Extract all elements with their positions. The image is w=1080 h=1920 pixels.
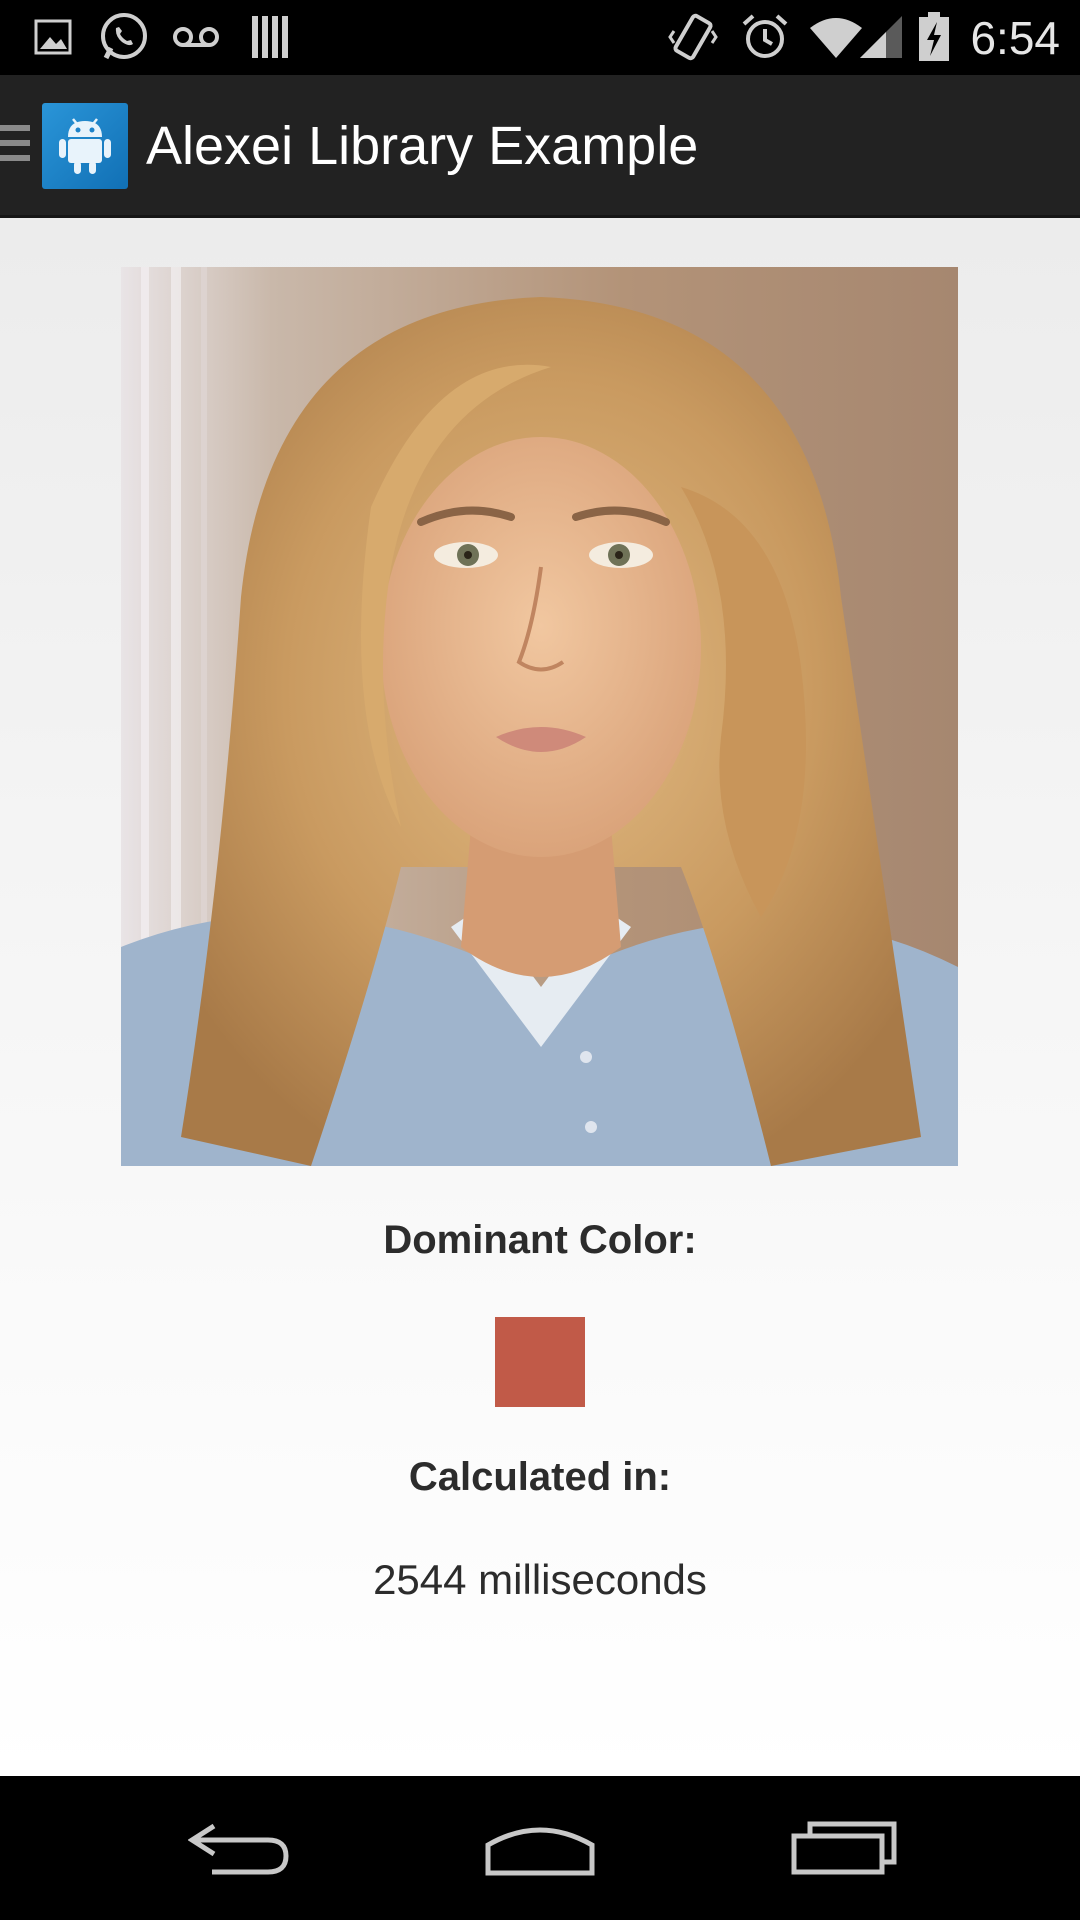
main-content: Dominant Color: Calculated in: 2544 mill… [0,218,1080,1776]
dominant-color-swatch [495,1317,585,1407]
back-icon[interactable] [160,1798,320,1898]
gallery-icon [34,12,74,62]
action-bar: Alexei Library Example [0,75,1080,218]
status-bar: 6:54 [0,0,1080,75]
barcode-icon [250,12,290,62]
android-icon[interactable] [42,103,128,189]
calculation-time: 2544 milliseconds [373,1556,707,1603]
clock: 6:54 [970,12,1060,64]
dominant-color-label: Dominant Color: [383,1218,697,1262]
signal-icon [858,12,904,62]
drawer-icon[interactable] [0,125,30,169]
home-icon[interactable] [460,1798,620,1898]
wifi-icon [808,12,864,62]
whatsapp-icon [98,12,150,62]
recents-icon[interactable] [764,1798,924,1898]
voicemail-icon [170,12,222,62]
vibrate-icon [668,12,718,62]
alarm-icon [740,12,790,62]
portrait-photo [121,267,958,1166]
navigation-bar [0,1776,1080,1920]
app-title: Alexei Library Example [146,116,699,176]
battery-charging-icon [918,12,950,62]
calculated-in-label: Calculated in: [408,1455,672,1499]
